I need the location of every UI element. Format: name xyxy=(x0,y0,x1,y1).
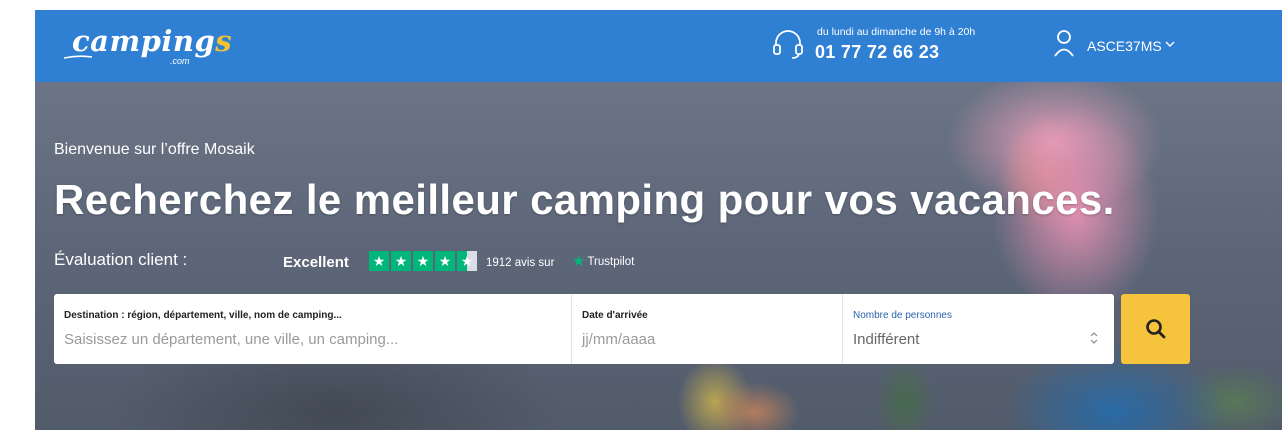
review-count: 1912 avis sur xyxy=(486,257,555,269)
half-star-icon: ★ xyxy=(457,251,477,271)
search-button[interactable] xyxy=(1121,294,1190,364)
persons-label: Nombre de personnes xyxy=(853,310,952,321)
arrival-date-field[interactable]: Date d'arrivée jj/mm/aaaa xyxy=(572,294,843,364)
arrival-date-input[interactable]: jj/mm/aaaa xyxy=(582,331,655,348)
logo[interactable]: campings xyxy=(72,24,232,58)
trustpilot-link[interactable]: ★ Trustpilot xyxy=(572,253,635,270)
destination-input[interactable]: Saisissez un département, une ville, un … xyxy=(64,331,398,348)
account-username[interactable]: ASCE37MS xyxy=(1087,38,1162,54)
trustpilot-label: Trustpilot xyxy=(587,256,635,268)
chevron-down-icon[interactable] xyxy=(1165,40,1175,48)
star-icon: ★ xyxy=(369,251,389,271)
star-icon: ★ xyxy=(413,251,433,271)
headset-icon xyxy=(773,30,803,59)
destination-field[interactable]: Destination : région, département, ville… xyxy=(54,294,572,364)
logo-sub: .com xyxy=(170,56,190,66)
search-icon xyxy=(1145,319,1165,339)
search-form: Destination : région, département, ville… xyxy=(54,294,1114,364)
chevron-up-down-icon[interactable] xyxy=(1089,330,1099,346)
phone-number[interactable]: 01 77 72 66 23 xyxy=(815,42,939,63)
logo-swoosh-icon xyxy=(63,55,93,59)
welcome-text: Bienvenue sur l’offre Mosaik xyxy=(54,141,255,158)
trustpilot-star-icon: ★ xyxy=(572,253,586,270)
user-icon[interactable] xyxy=(1053,29,1075,57)
rating-label: Évaluation client : xyxy=(54,250,188,269)
destination-label: Destination : région, département, ville… xyxy=(64,310,342,321)
arrival-date-label: Date d'arrivée xyxy=(582,310,648,321)
page: campings .com du lundi au dimanche de 9h… xyxy=(35,10,1282,430)
logo-text: camping xyxy=(72,24,216,58)
persons-select[interactable]: Nombre de personnes Indifférent xyxy=(843,294,1114,364)
star-icon: ★ xyxy=(435,251,455,271)
rating-score-text: Excellent xyxy=(283,254,349,271)
hero-background-image xyxy=(35,82,1282,430)
star-icon: ★ xyxy=(391,251,411,271)
logo-accent: s xyxy=(215,24,233,58)
persons-value[interactable]: Indifférent xyxy=(853,331,919,348)
top-bar: campings .com du lundi au dimanche de 9h… xyxy=(35,10,1282,82)
trustpilot-stars: ★ ★ ★ ★ ★ xyxy=(369,251,477,271)
phone-hours: du lundi au dimanche de 9h à 20h xyxy=(817,26,976,38)
page-title: Recherchez le meilleur camping pour vos … xyxy=(54,176,1115,223)
